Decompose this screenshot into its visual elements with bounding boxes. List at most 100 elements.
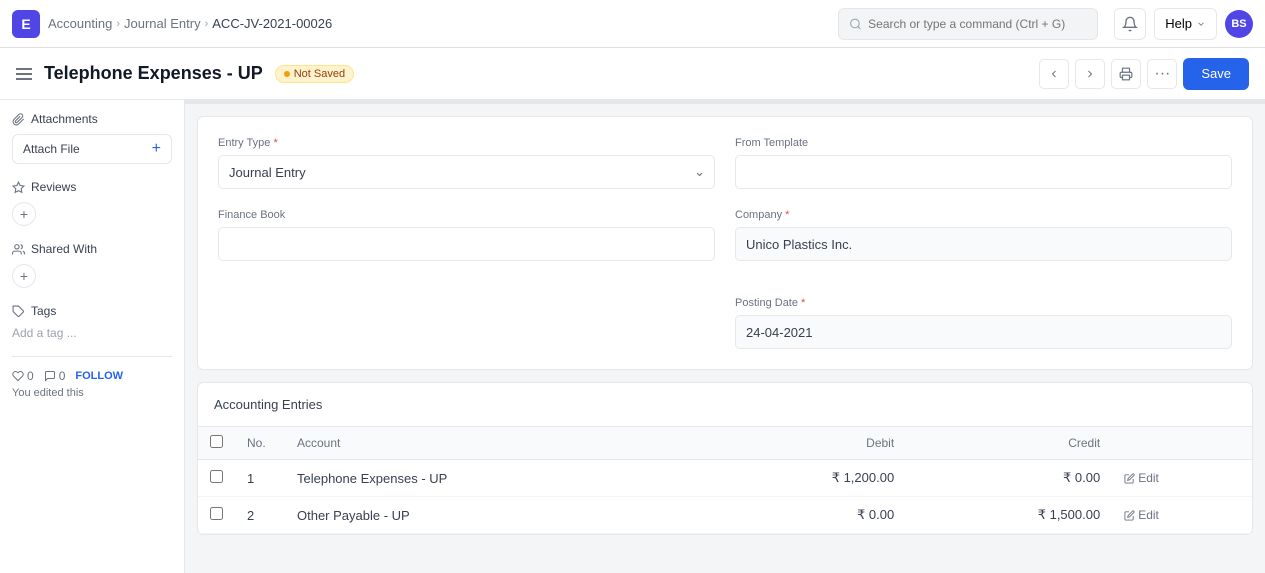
printer-icon bbox=[1119, 67, 1133, 81]
tags-label: Tags bbox=[31, 304, 56, 318]
attach-file-label: Attach File bbox=[23, 142, 80, 156]
follow-button[interactable]: FOLLOW bbox=[75, 370, 123, 382]
accounting-entries-table: No. Account Debit Credit 1 Telephone Exp… bbox=[198, 427, 1252, 534]
row1-debit: ₹ 1,200.00 bbox=[700, 460, 906, 497]
row2-checkbox-cell bbox=[198, 497, 235, 534]
add-shared-button[interactable]: + bbox=[12, 264, 36, 288]
row1-checkbox[interactable] bbox=[210, 470, 223, 483]
chevron-right-icon bbox=[1084, 68, 1096, 80]
posting-date-label: Posting Date * bbox=[735, 297, 1232, 309]
users-icon bbox=[12, 243, 25, 256]
col-no: No. bbox=[235, 427, 285, 460]
prev-button[interactable] bbox=[1039, 59, 1069, 89]
entry-type-group: Entry Type * Journal Entry ⌄ bbox=[218, 137, 715, 189]
page-title: Telephone Expenses - UP bbox=[44, 63, 263, 84]
sidebar-tags-section: Tags Add a tag ... bbox=[12, 304, 172, 340]
sidebar-reviews-section: Reviews + bbox=[12, 180, 172, 226]
chevron-left-icon bbox=[1048, 68, 1060, 80]
company-label: Company * bbox=[735, 209, 1232, 221]
help-button[interactable]: Help bbox=[1154, 8, 1217, 40]
not-saved-badge: Not Saved bbox=[275, 65, 354, 83]
comment-count: 0 bbox=[59, 369, 66, 383]
print-button[interactable] bbox=[1111, 59, 1141, 89]
like-count: 0 bbox=[27, 369, 34, 383]
breadcrumb-sep-1: › bbox=[116, 18, 120, 30]
save-button[interactable]: Save bbox=[1183, 58, 1249, 90]
add-tag-text[interactable]: Add a tag ... bbox=[12, 326, 172, 340]
breadcrumb-accounting[interactable]: Accounting bbox=[48, 16, 112, 31]
row1-credit: ₹ 0.00 bbox=[906, 460, 1112, 497]
next-button[interactable] bbox=[1075, 59, 1105, 89]
not-saved-label: Not Saved bbox=[294, 68, 345, 80]
entry-type-select-wrapper[interactable]: Journal Entry ⌄ bbox=[218, 155, 715, 189]
help-label: Help bbox=[1165, 16, 1192, 31]
nav-right: Help BS bbox=[1114, 8, 1253, 40]
comment-section[interactable]: 0 bbox=[44, 369, 66, 383]
finance-book-group: Finance Book bbox=[218, 209, 715, 261]
sidebar-reviews-header[interactable]: Reviews bbox=[12, 180, 172, 194]
row2-debit: ₹ 0.00 bbox=[700, 497, 906, 534]
sidebar-shared-section: Shared With + bbox=[12, 242, 172, 288]
top-nav: E Accounting › Journal Entry › ACC-JV-20… bbox=[0, 0, 1265, 48]
accounting-entries-title: Accounting Entries bbox=[198, 383, 1252, 427]
row2-edit-button[interactable]: Edit bbox=[1124, 508, 1240, 522]
form-grid: Entry Type * Journal Entry ⌄ From Templa… bbox=[218, 137, 1232, 281]
star-icon bbox=[12, 181, 25, 194]
row2-credit: ₹ 1,500.00 bbox=[906, 497, 1112, 534]
attach-plus-icon: + bbox=[152, 140, 161, 158]
col-credit: Credit bbox=[906, 427, 1112, 460]
top-scroll-indicator bbox=[185, 100, 1265, 104]
posting-date-group: Posting Date * bbox=[735, 297, 1232, 349]
posting-date-input[interactable] bbox=[735, 315, 1232, 349]
page-header: Telephone Expenses - UP Not Saved ··· Sa… bbox=[0, 48, 1265, 100]
sidebar-attachments-header[interactable]: Attachments bbox=[12, 112, 172, 126]
finance-book-label: Finance Book bbox=[218, 209, 715, 221]
content-area: Entry Type * Journal Entry ⌄ From Templa… bbox=[185, 100, 1265, 573]
header-actions: ··· Save bbox=[1039, 58, 1249, 90]
sidebar-shared-header[interactable]: Shared With bbox=[12, 242, 172, 256]
app-icon[interactable]: E bbox=[12, 10, 40, 38]
form-card: Entry Type * Journal Entry ⌄ From Templa… bbox=[197, 116, 1253, 370]
row2-checkbox[interactable] bbox=[210, 507, 223, 520]
like-section[interactable]: 0 bbox=[12, 369, 34, 383]
from-template-group: From Template bbox=[735, 137, 1232, 189]
accounting-entries-card: Accounting Entries No. Account Debit Cre… bbox=[197, 382, 1253, 535]
entry-type-select[interactable]: Journal Entry bbox=[218, 155, 715, 189]
breadcrumb-journal-entry[interactable]: Journal Entry bbox=[124, 16, 201, 31]
table-row: 1 Telephone Expenses - UP ₹ 1,200.00 ₹ 0… bbox=[198, 460, 1252, 497]
row1-edit-button[interactable]: Edit bbox=[1124, 471, 1240, 485]
heart-icon bbox=[12, 370, 24, 382]
paperclip-icon bbox=[12, 113, 25, 126]
sidebar: Attachments Attach File + Reviews + Shar… bbox=[0, 100, 185, 573]
from-template-input[interactable] bbox=[735, 155, 1232, 189]
col-actions bbox=[1112, 427, 1252, 460]
comment-icon bbox=[44, 370, 56, 382]
add-review-button[interactable]: + bbox=[12, 202, 36, 226]
attach-file-button[interactable]: Attach File + bbox=[12, 134, 172, 164]
bell-icon bbox=[1122, 16, 1138, 32]
row1-account: Telephone Expenses - UP bbox=[285, 460, 700, 497]
row2-no: 2 bbox=[235, 497, 285, 534]
not-saved-dot bbox=[284, 71, 290, 77]
col-debit: Debit bbox=[700, 427, 906, 460]
avatar[interactable]: BS bbox=[1225, 10, 1253, 38]
entry-type-label: Entry Type * bbox=[218, 137, 715, 149]
you-edited-text: You edited this bbox=[12, 387, 172, 399]
sidebar-footer: 0 0 FOLLOW You edited this bbox=[12, 356, 172, 399]
row2-edit-cell: Edit bbox=[1112, 497, 1252, 534]
select-all-checkbox[interactable] bbox=[210, 435, 223, 448]
row1-checkbox-cell bbox=[198, 460, 235, 497]
menu-icon[interactable] bbox=[16, 68, 32, 80]
search-input[interactable] bbox=[868, 17, 1087, 31]
more-options-button[interactable]: ··· bbox=[1147, 59, 1177, 89]
breadcrumb-current: ACC-JV-2021-00026 bbox=[212, 16, 332, 31]
sidebar-tags-header[interactable]: Tags bbox=[12, 304, 172, 318]
edit-icon bbox=[1124, 510, 1135, 521]
finance-book-input[interactable] bbox=[218, 227, 715, 261]
notifications-button[interactable] bbox=[1114, 8, 1146, 40]
main-layout: Attachments Attach File + Reviews + Shar… bbox=[0, 100, 1265, 573]
from-template-label: From Template bbox=[735, 137, 1232, 149]
search-bar[interactable] bbox=[838, 8, 1098, 40]
posting-date-group bbox=[735, 221, 1232, 281]
shared-with-label: Shared With bbox=[31, 242, 97, 256]
